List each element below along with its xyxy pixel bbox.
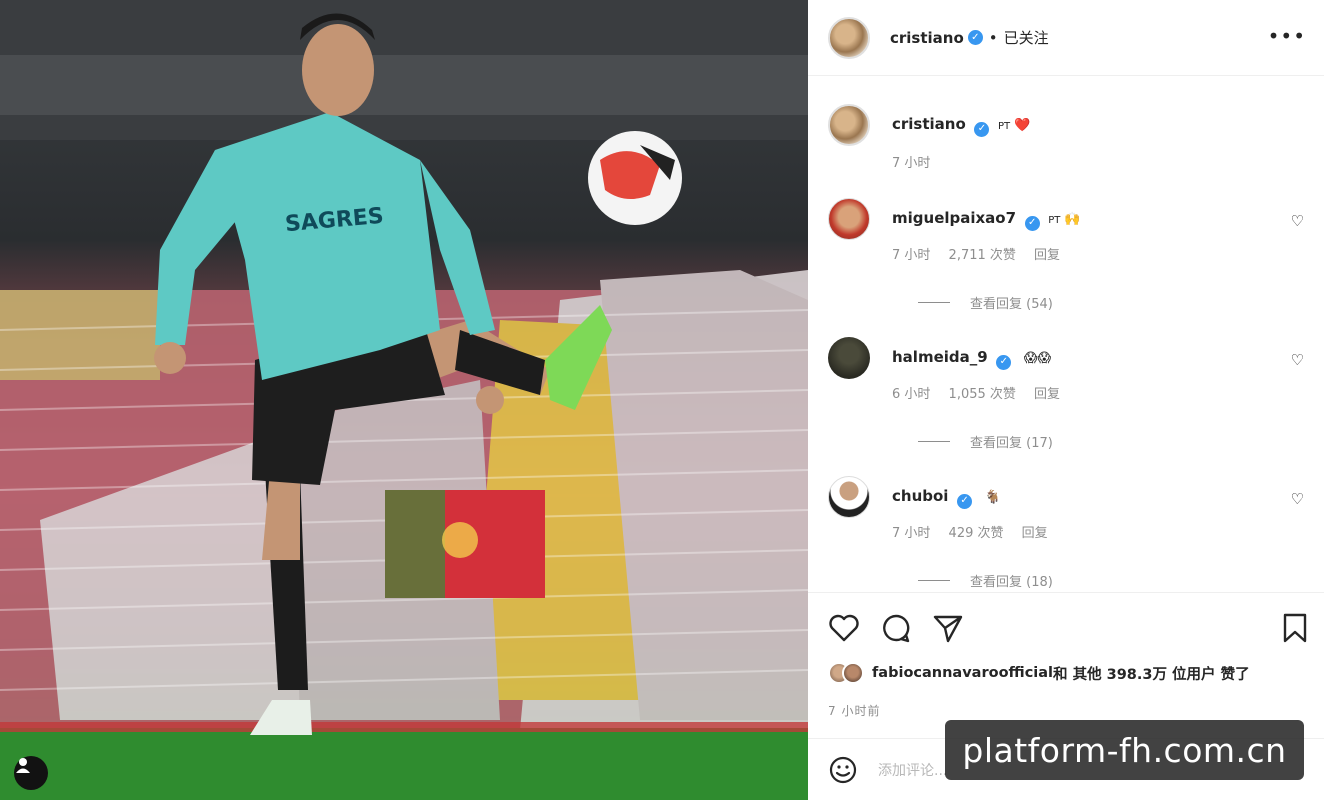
paper-plane-icon[interactable] — [932, 613, 964, 643]
likes-count-text: 和 其他 398.3万 位用户 赞了 — [1053, 666, 1250, 683]
user-tag-button[interactable] — [14, 756, 48, 790]
comment-emoji: 🙌 — [1064, 212, 1081, 227]
reply-button[interactable]: 回复 — [1022, 526, 1048, 541]
view-replies-button[interactable]: 查看回复 (18) — [918, 571, 1308, 590]
caption-emoji: ❤️ — [1014, 118, 1031, 133]
replies-divider — [918, 441, 950, 442]
author-username[interactable]: cristiano — [890, 29, 964, 47]
view-replies-label: 查看回复 (18) — [970, 575, 1053, 590]
comment-time: 6 小时 — [892, 387, 931, 402]
commenter-username[interactable]: chuboi — [892, 487, 948, 505]
commenter-avatar[interactable] — [828, 476, 870, 518]
post-time: 7 小时前 — [828, 704, 881, 718]
view-replies-button[interactable]: 查看回复 (54) — [918, 293, 1308, 312]
comment-likes[interactable]: 429 次赞 — [949, 526, 1004, 541]
caption-text: PT — [998, 121, 1011, 132]
reply-button[interactable]: 回复 — [1034, 248, 1060, 263]
author-avatar[interactable] — [828, 16, 870, 59]
heart-icon[interactable] — [828, 613, 860, 643]
person-icon — [16, 758, 30, 773]
reply-button[interactable]: 回复 — [1034, 387, 1060, 402]
replies-divider — [918, 580, 950, 581]
likes-summary[interactable]: fabiocannavaroofficial 和 其他 398.3万 位用户 赞… — [828, 662, 1250, 684]
smiley-icon[interactable] — [828, 755, 858, 785]
comment-likes[interactable]: 1,055 次赞 — [949, 387, 1016, 402]
commenter-avatar[interactable] — [828, 198, 870, 240]
watermark: platform-fh.com.cn — [945, 720, 1304, 780]
follow-status-button[interactable]: 已关注 — [1004, 27, 1049, 48]
comment-like-heart-icon[interactable]: ♡ — [1291, 351, 1304, 369]
comment-input[interactable]: 添加评论... — [878, 760, 947, 780]
liker-username[interactable]: fabiocannavaroofficial — [872, 665, 1053, 681]
commenter-avatar[interactable] — [828, 337, 870, 379]
commenter-username[interactable]: halmeida_9 — [892, 348, 988, 366]
photo-illustration — [0, 0, 808, 800]
verified-icon: ✓ — [1024, 215, 1040, 231]
view-replies-button[interactable]: 查看回复 (17) — [918, 432, 1308, 451]
more-options-icon[interactable]: ••• — [1268, 24, 1306, 48]
comment-item: chuboi ✓ 🐐 7 小时 429 次赞 回复 查看回复 (18) ♡ — [828, 476, 1308, 590]
comment-time: 7 小时 — [892, 526, 931, 541]
comment-like-heart-icon[interactable]: ♡ — [1291, 212, 1304, 230]
caption: cristiano ✓ PT ❤️ 7 小时 — [828, 104, 1308, 171]
caption-avatar[interactable] — [828, 104, 870, 146]
verified-icon: ✓ — [967, 30, 983, 45]
post-side-panel: cristiano ✓ • 已关注 ••• cristiano ✓ PT ❤️ 7… — [808, 0, 1324, 800]
comment-text: PT — [1048, 215, 1061, 226]
post-header: cristiano ✓ • 已关注 ••• — [808, 0, 1324, 76]
post-photo[interactable]: SAGRES — [0, 0, 808, 800]
bookmark-icon[interactable] — [1282, 613, 1308, 643]
verified-icon: ✓ — [957, 493, 973, 509]
caption-username[interactable]: cristiano — [892, 115, 966, 133]
comment-like-heart-icon[interactable]: ♡ — [1291, 490, 1304, 508]
liker-avatar — [842, 662, 864, 684]
comments-list[interactable]: cristiano ✓ PT ❤️ 7 小时 miguelpaixao7 ✓ PT… — [808, 76, 1324, 592]
comment-likes[interactable]: 2,711 次赞 — [949, 248, 1016, 263]
comment-item: halmeida_9 ✓ 😱😱 6 小时 1,055 次赞 回复 查看回复 (1… — [828, 337, 1308, 451]
verified-icon: ✓ — [996, 354, 1012, 370]
commenter-username[interactable]: miguelpaixao7 — [892, 209, 1016, 227]
action-bar — [808, 592, 1324, 658]
verified-icon: ✓ — [974, 121, 990, 137]
comment-item: miguelpaixao7 ✓ PT 🙌 7 小时 2,711 次赞 回复 查看回… — [828, 198, 1308, 312]
comment-emoji: 🐐 — [984, 490, 1001, 505]
view-replies-label: 查看回复 (54) — [970, 297, 1053, 312]
comment-emoji: 😱😱 — [1023, 351, 1052, 366]
view-replies-label: 查看回复 (17) — [970, 436, 1053, 451]
comment-time: 7 小时 — [892, 248, 931, 263]
separator-dot: • — [988, 28, 998, 47]
replies-divider — [918, 302, 950, 303]
comment-icon[interactable] — [880, 613, 912, 643]
caption-time: 7 小时 — [892, 156, 931, 171]
